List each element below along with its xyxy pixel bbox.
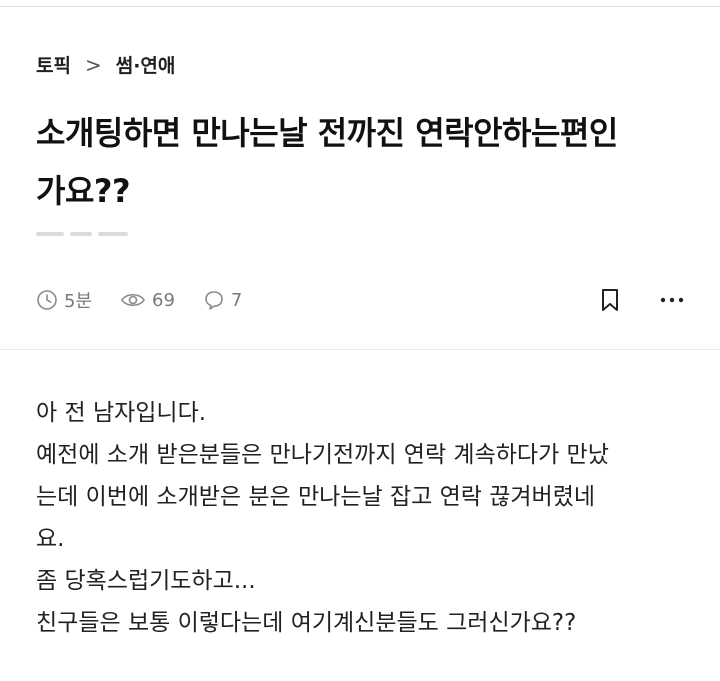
- section-divider: [0, 349, 720, 350]
- breadcrumb-topic-link[interactable]: 토픽: [36, 51, 71, 78]
- clock-icon: [37, 290, 57, 310]
- post-body-line: 좀 당혹스럽기도하고...: [36, 568, 256, 594]
- top-divider: [0, 6, 720, 7]
- chevron-right-icon: >: [84, 52, 102, 77]
- eye-icon: [121, 293, 145, 307]
- breadcrumb: 토픽 > 썸·연애: [36, 51, 175, 78]
- post-actions: [600, 288, 684, 312]
- author-info-blurred: [36, 232, 131, 238]
- post-comments-value: 7: [230, 289, 243, 311]
- post-meta-bar: 5분 69 7: [36, 286, 684, 314]
- breadcrumb-category-link[interactable]: 썸·연애: [116, 51, 176, 78]
- post-views: 69: [120, 289, 175, 311]
- post-body-line: 요.: [36, 526, 65, 552]
- post-title: 소개팅하면 만나는날 전까진 연락안하는편인 가요??: [36, 104, 696, 220]
- post-body-line: 예전에 소개 받은분들은 만나기전까지 연락 계속하다가 만났: [36, 442, 609, 468]
- post-title-line-1: 소개팅하면 만나는날 전까진 연락안하는편인: [36, 114, 618, 152]
- more-options-button[interactable]: [660, 297, 684, 303]
- post-body-line: 친구들은 보통 이렇다는데 여기계신분들도 그러신가요??: [36, 610, 577, 636]
- comment-icon: [205, 291, 223, 310]
- post-time-value: 5분: [64, 291, 93, 312]
- post-views-value: 69: [152, 289, 175, 311]
- post-body-line: 아 전 남자입니다.: [36, 400, 207, 426]
- bookmark-icon: [602, 289, 618, 311]
- more-dots-icon: [660, 297, 684, 303]
- bookmark-button[interactable]: [600, 288, 620, 312]
- post-body: 아 전 남자입니다. 예전에 소개 받은분들은 만나기전까지 연락 계속하다가 …: [36, 392, 696, 644]
- post-title-line-2: 가요??: [36, 172, 131, 210]
- post-body-line: 는데 이번에 소개받은 분은 만나는날 잡고 연락 끊겨버렸네: [36, 484, 596, 510]
- post-time: 5분: [36, 287, 92, 313]
- post-comments: 7: [203, 289, 242, 311]
